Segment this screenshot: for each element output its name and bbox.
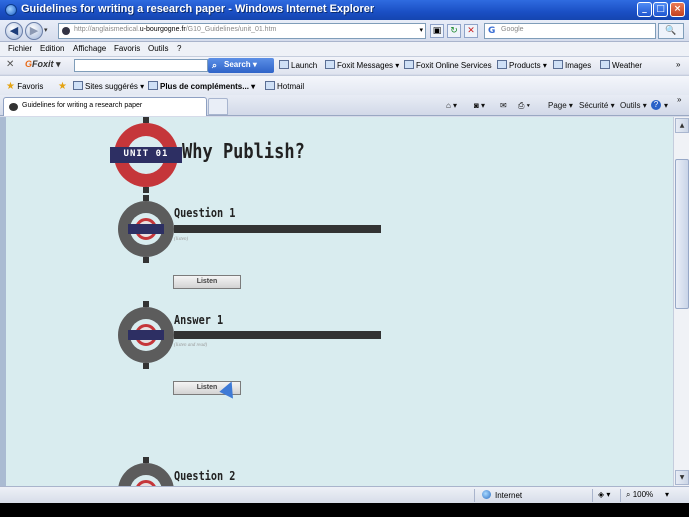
compatibility-icon[interactable]: ▣ xyxy=(430,24,444,38)
menu-bar: Fichier Edition Affichage Favoris Outils… xyxy=(0,42,689,56)
foxit-search-input[interactable] xyxy=(74,59,208,72)
refresh-icon[interactable]: ↻ xyxy=(447,24,461,38)
scroll-thumb[interactable] xyxy=(675,159,689,309)
search-icon: ⌕ xyxy=(212,60,218,70)
menu-fichier[interactable]: Fichier xyxy=(8,44,32,53)
unit-roundel: UNIT 01 xyxy=(110,117,182,193)
suggested-icon xyxy=(73,81,83,90)
question-1-listen-button[interactable]: Listen xyxy=(173,275,241,289)
page-title: Why Publish? xyxy=(182,139,305,163)
menu-favoris[interactable]: Favoris xyxy=(114,44,140,53)
stop-icon[interactable]: ✕ xyxy=(464,24,478,38)
page-menu[interactable]: Page ▾ xyxy=(548,101,573,110)
question-1-roundel xyxy=(118,195,174,263)
unit-label: UNIT 01 xyxy=(123,149,169,159)
address-bar[interactable]: http://anglaismedical.u-bourgogne.fr/G10… xyxy=(58,23,426,39)
services-icon xyxy=(404,60,414,69)
answer-1-rule xyxy=(174,331,381,339)
menu-outils[interactable]: Outils xyxy=(148,44,168,53)
zoom-level[interactable]: ⌕ 100% xyxy=(626,490,653,500)
menu-help[interactable]: ? xyxy=(177,44,181,53)
more-addons[interactable]: Plus de compléments... ▾ xyxy=(148,81,255,91)
star-icon: ★ xyxy=(6,81,15,92)
addons-icon xyxy=(148,81,158,90)
images-icon xyxy=(553,60,563,69)
sites-suggested[interactable]: Sites suggérés ▾ xyxy=(73,81,144,91)
home-icon[interactable]: ⌂ ▾ xyxy=(446,101,457,110)
page-favicon-icon xyxy=(62,27,70,35)
messages-icon xyxy=(325,60,335,69)
vertical-scrollbar[interactable]: ▲ ▼ xyxy=(673,117,689,486)
help-dropdown-icon[interactable]: ▾ xyxy=(664,101,668,110)
protected-mode-icon[interactable]: ◈ ▾ xyxy=(598,490,610,499)
scroll-up-icon[interactable]: ▲ xyxy=(675,118,689,133)
add-favorite-icon[interactable]: ★ xyxy=(58,81,67,92)
tab-title: Guidelines for writing a research paper xyxy=(22,102,143,109)
foxit-search-button[interactable]: ⌕ Search ▾ xyxy=(208,58,274,73)
history-dropdown-icon[interactable]: ▾ xyxy=(44,26,48,34)
products-icon xyxy=(497,60,507,69)
foxit-messages[interactable]: Foxit Messages ▾ xyxy=(325,60,399,70)
print-icon[interactable]: ⎙ ▾ xyxy=(518,101,530,111)
status-bar: Internet ◈ ▾ ⌕ 100% ▾ xyxy=(0,486,689,503)
securite-menu[interactable]: Sécurité ▾ xyxy=(579,101,615,110)
foxit-launch[interactable]: Launch xyxy=(279,60,317,70)
address-dropdown-icon[interactable]: ▾ xyxy=(419,26,423,34)
favorites-button[interactable]: ★ Favoris xyxy=(6,81,43,92)
mail-icon[interactable]: ✉ xyxy=(500,101,507,110)
search-go-icon[interactable]: 🔍 xyxy=(658,23,684,39)
url-text[interactable]: http://anglaismedical.u-bourgogne.fr/G10… xyxy=(74,26,276,33)
hotmail-link[interactable]: Hotmail xyxy=(265,81,304,91)
browser-window: Guidelines for writing a research paper … xyxy=(0,0,689,503)
title-bar[interactable]: Guidelines for writing a research paper … xyxy=(0,0,689,20)
foxit-weather[interactable]: Weather xyxy=(600,60,642,70)
search-input[interactable]: G Google xyxy=(484,23,656,39)
new-tab-button[interactable] xyxy=(208,98,228,115)
zoom-dropdown-icon[interactable]: ▾ xyxy=(665,490,669,499)
forward-button[interactable]: ▶ xyxy=(25,22,43,40)
close-toolbar-icon[interactable]: ✕ xyxy=(6,59,14,70)
globe-icon xyxy=(482,490,491,499)
foxit-toolbar: ✕ GFoxit ▾ ⌕ Search ▾ Launch Foxit Messag… xyxy=(0,56,689,74)
foxit-online-services[interactable]: Foxit Online Services xyxy=(404,60,492,70)
answer-1-roundel xyxy=(118,301,174,369)
tab-bar: Guidelines for writing a research paper … xyxy=(0,95,689,116)
close-button[interactable]: × xyxy=(670,2,685,17)
foxit-images[interactable]: Images xyxy=(553,60,591,70)
launch-icon xyxy=(279,60,289,69)
question-1-title: Question 1 xyxy=(174,206,236,220)
menu-edition[interactable]: Edition xyxy=(40,44,64,53)
foxit-products[interactable]: Products ▾ xyxy=(497,60,547,70)
address-toolbar: ◀ ▶ ▾ http://anglaismedical.u-bourgogne.… xyxy=(0,20,689,42)
commands-more-icon[interactable]: » xyxy=(677,95,681,104)
window-title: Guidelines for writing a research paper … xyxy=(21,3,375,15)
foxit-logo[interactable]: GFoxit ▾ xyxy=(25,59,61,70)
menu-affichage[interactable]: Affichage xyxy=(73,44,106,53)
page-content[interactable]: UNIT 01 Why Publish? Question 1 (listen)… xyxy=(0,117,673,486)
question-1-rule xyxy=(174,225,381,233)
answer-1-title: Answer 1 xyxy=(174,313,224,327)
question-2-title: Question 2 xyxy=(174,469,236,483)
tab-active[interactable]: Guidelines for writing a research paper xyxy=(3,97,207,116)
question-2-roundel xyxy=(118,457,174,486)
outils-menu[interactable]: Outils ▾ xyxy=(620,101,647,110)
feeds-icon[interactable]: ◙ ▾ xyxy=(474,101,485,110)
google-icon: G xyxy=(488,26,496,36)
ie-icon xyxy=(5,4,17,16)
help-icon[interactable]: ? xyxy=(651,100,661,110)
hotmail-icon xyxy=(265,81,275,90)
security-zone[interactable]: Internet xyxy=(482,490,522,500)
scroll-down-icon[interactable]: ▼ xyxy=(675,470,689,485)
tab-favicon-icon xyxy=(9,103,18,111)
search-placeholder: Google xyxy=(501,26,524,33)
favorites-bar: ★ Favoris ★ Sites suggérés ▾ Plus de com… xyxy=(0,75,689,95)
weather-icon xyxy=(600,60,610,69)
answer-1-subtitle: (listen and read) xyxy=(174,343,208,348)
question-1-subtitle: (listen) xyxy=(174,237,189,242)
minimize-button[interactable]: _ xyxy=(637,2,652,17)
toolbar-more-icon[interactable]: » xyxy=(676,60,680,69)
maximize-button[interactable]: □ xyxy=(653,2,668,17)
back-button[interactable]: ◀ xyxy=(5,22,23,40)
